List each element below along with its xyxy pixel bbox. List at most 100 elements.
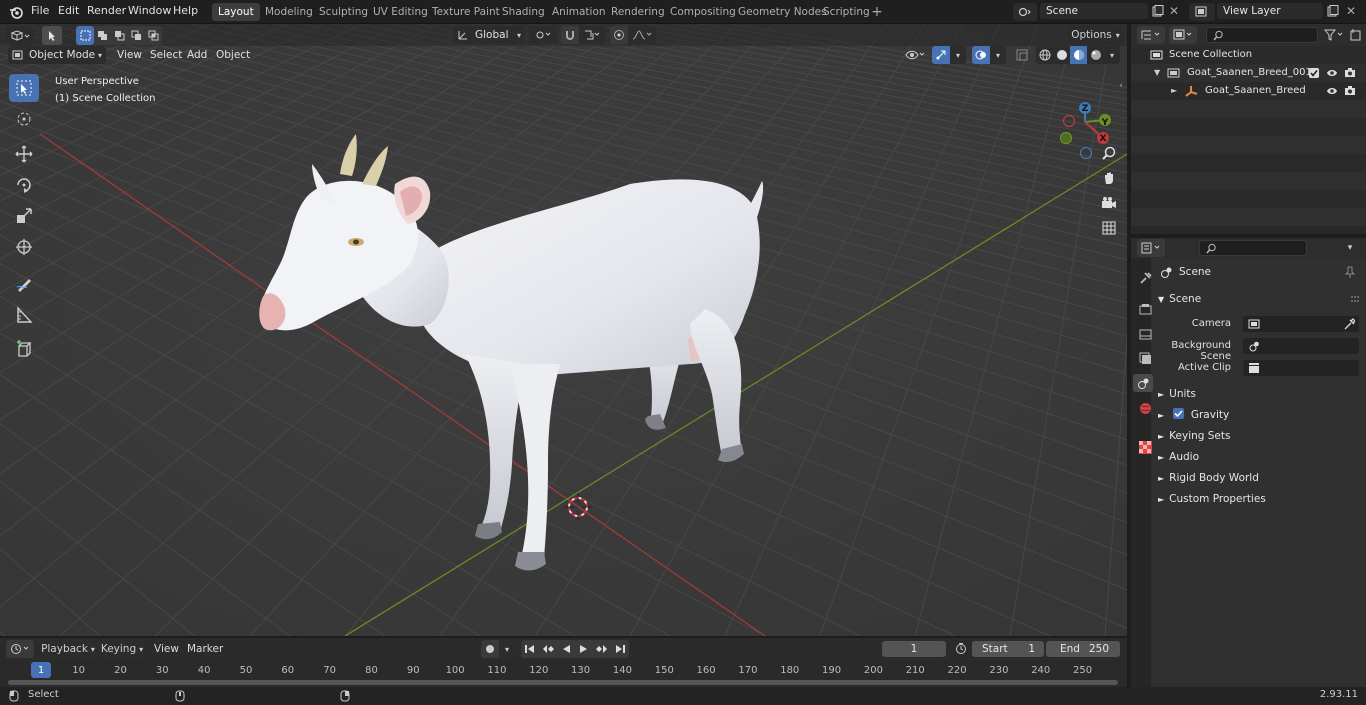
tool-scale[interactable] [9,202,39,230]
falloff-icon[interactable] [628,26,656,44]
camera-view-icon[interactable] [1098,192,1120,214]
snap-target-icon[interactable] [579,26,605,44]
scene-tab-icon[interactable] [1133,374,1153,392]
close-scene-icon[interactable]: ✕ [1167,3,1181,19]
outliner-search-input[interactable] [1206,27,1318,43]
add-workspace-icon[interactable]: + [869,4,885,20]
current-frame-field[interactable]: 1 [882,641,946,657]
keying-dropdown[interactable]: Keying ▾ [98,640,146,658]
timeline-scrollbar[interactable] [8,680,1118,685]
mode-dropdown[interactable]: Object Mode ▾ [8,46,106,64]
3d-viewport[interactable]: Y X Z Global ▾ Options ▾ Object Mode ▾ Vi… [0,24,1127,636]
tab-shading[interactable]: Shading [496,3,551,21]
end-frame-field[interactable]: End 250 [1046,641,1120,657]
mode-invert-selection-icon[interactable] [128,26,145,45]
tab-modeling[interactable]: Modeling [259,3,319,21]
panel-units[interactable]: ► Units [1158,384,1361,404]
menu-edit[interactable]: Edit [58,4,79,17]
gizmo-dropdown-icon[interactable]: ▾ [950,46,966,64]
menu-window[interactable]: Window [128,4,171,17]
mode-subtract-selection-icon[interactable] [111,26,128,45]
tab-layout[interactable]: Layout [212,3,260,21]
gizmo-toggle-icon[interactable] [932,46,950,64]
menu-render[interactable]: Render [87,4,126,17]
properties-search-input[interactable] [1199,240,1307,256]
eye-icon[interactable] [1326,86,1338,96]
view-layer-browse-icon[interactable] [1189,3,1215,21]
menu-select[interactable]: Select [150,46,182,64]
shading-dropdown-icon[interactable]: ▾ [1104,46,1120,64]
tab-uv-editing[interactable]: UV Editing [367,3,434,21]
auto-keying-icon[interactable] [481,640,499,658]
texture-tab-icon[interactable] [1136,438,1154,456]
menu-view[interactable]: View [117,46,142,64]
shading-solid-icon[interactable] [1053,46,1070,64]
overlay-dropdown-icon[interactable]: ▾ [990,46,1006,64]
camera-field[interactable] [1243,316,1359,332]
pin-icon[interactable] [1344,266,1356,278]
timeline-menu-view[interactable]: View [154,643,179,655]
play-reverse-icon[interactable] [557,640,575,658]
pan-view-icon[interactable] [1098,167,1120,189]
panel-custom-properties[interactable]: ► Custom Properties [1158,489,1361,509]
tool-transform[interactable] [9,233,39,261]
jump-keyframe-back-icon[interactable] [539,640,557,658]
new-collection-icon[interactable] [1349,26,1363,44]
tool-rotate[interactable] [9,171,39,199]
expand-arrow-icon[interactable]: ► [1171,82,1177,100]
display-mode-icon[interactable] [1169,26,1197,44]
playback-dropdown[interactable]: Playback ▾ [40,640,96,658]
jump-keyframe-forward-icon[interactable] [593,640,611,658]
world-tab-icon[interactable] [1136,399,1154,417]
panel-audio[interactable]: ► Audio [1158,447,1361,467]
new-scene-icon[interactable] [1150,3,1166,19]
expand-arrow-icon[interactable]: ▼ [1154,64,1160,82]
drag-handle-icon[interactable] [1351,296,1359,302]
proportional-edit-icon[interactable] [610,26,628,44]
properties-editor-type-icon[interactable] [1137,239,1165,257]
tool-cursor[interactable] [9,105,39,133]
jump-end-icon[interactable] [611,640,629,658]
preview-range-icon[interactable] [953,640,969,658]
editor-type-icon[interactable] [6,27,34,44]
outliner-row-goat-collection[interactable]: ▼ Goat_Saanen_Breed_001 [1131,64,1366,82]
timeline-menu-marker[interactable]: Marker [187,643,223,655]
mode-intersect-selection-icon[interactable] [145,26,162,45]
sidebar-collapse-icon[interactable]: ‹ [1117,80,1125,92]
auto-keying-dropdown-icon[interactable]: ▾ [499,640,515,658]
visibility-filter-icon[interactable] [902,46,928,64]
panel-gravity[interactable]: ► Gravity [1158,405,1361,425]
tab-compositing[interactable]: Compositing [664,3,742,21]
gravity-checkbox[interactable] [1172,408,1184,419]
eye-icon[interactable] [1326,68,1338,78]
collection-checkbox[interactable] [1309,68,1319,78]
snap-toggle-icon[interactable] [561,26,579,44]
mode-new-selection-icon[interactable] [76,26,94,45]
shading-wireframe-icon[interactable] [1036,46,1053,64]
outliner-row-scene-collection[interactable]: Scene Collection [1131,46,1366,64]
tab-rendering[interactable]: Rendering [605,3,671,21]
overlay-toggle-icon[interactable] [972,46,990,64]
tool-tab-icon[interactable] [1136,268,1154,286]
menu-add[interactable]: Add [187,46,207,64]
tab-sculpting[interactable]: Sculpting [313,3,374,21]
filter-icon[interactable] [1321,26,1347,44]
shading-material-icon[interactable] [1070,46,1087,64]
view-layer-field[interactable]: View Layer [1217,3,1323,19]
camera-render-icon[interactable] [1344,67,1356,79]
timeline-editor-type-icon[interactable] [6,640,34,658]
background-scene-field[interactable] [1243,338,1359,354]
shading-rendered-icon[interactable] [1087,46,1104,64]
scene-name-field[interactable]: Scene [1040,3,1148,19]
outliner-editor-type-icon[interactable] [1137,26,1165,44]
panel-scene-header[interactable]: ▼ Scene [1158,289,1361,309]
scene-browse-icon[interactable] [1013,3,1037,21]
mode-extend-selection-icon[interactable] [94,26,111,45]
ortho-toggle-icon[interactable] [1098,217,1120,239]
panel-keying-sets[interactable]: ► Keying Sets [1158,426,1361,446]
tool-move[interactable] [9,140,39,168]
panel-rigid-body-world[interactable]: ► Rigid Body World [1158,468,1361,488]
options-dropdown[interactable]: Options ▾ [1068,26,1123,44]
menu-object[interactable]: Object [216,46,250,64]
render-tab-icon[interactable] [1136,300,1154,318]
